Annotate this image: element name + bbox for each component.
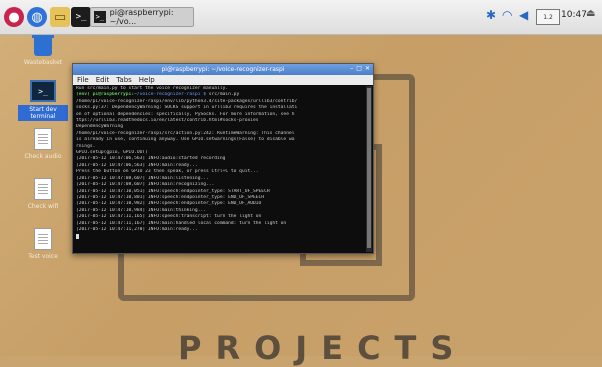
terminal-output[interactable]: Run src/main.py to start the voice recog… [73,85,373,253]
desktop-icon-label: Start dev terminal [18,105,68,121]
desktop-icon-start-dev-terminal[interactable]: >_ Start dev terminal [18,80,68,121]
terminal-line-text: [2017-05-12 10:47:11,270] INFO:main:read… [76,226,198,232]
close-icon[interactable]: ✕ [365,65,370,72]
shell-prompt: (env) pi@raspberrypi: [76,92,135,98]
desktop-icon-label: Wastebasket [23,59,63,66]
desktop-icon-label: Check wifi [27,203,59,210]
document-icon [34,228,52,250]
document-icon [34,178,52,200]
menu-help[interactable]: Help [139,76,155,84]
cpu-usage-monitor[interactable]: 1.2 [536,9,560,25]
web-browser-icon[interactable]: ◍ [27,7,47,27]
maximize-icon[interactable]: □ [356,65,362,72]
terminal-line-text: [2017-05-12 10:47:10,801] INFO:speech:en… [76,194,265,200]
terminal-line-text: [2017-05-12 10:47:08,607] INFO:main:reco… [76,182,215,188]
menu-file[interactable]: File [77,76,89,84]
terminal-menu-bar: File Edit Tabs Help [73,75,373,85]
volume-icon[interactable]: ◀ [519,8,528,22]
terminal-scrollbar[interactable] [366,86,372,252]
desktop-icon-check-wifi[interactable]: Check wifi [18,178,68,210]
taskbar-terminal-window-button[interactable]: >_ pi@raspberrypi: ~/vo... [90,7,194,27]
terminal-line-text: [2017-05-12 10:47:11,167] INFO:main:hand… [76,220,287,226]
terminal-line: [2017-05-12 10:47:11,270] INFO:main:read… [76,227,363,233]
terminal-line-text: [2017-05-12 10:47:06,563] INFO:main:read… [76,162,198,168]
desktop-icon-test-voice[interactable]: Test voice [18,228,68,260]
terminal-line-text: [2017-05-12 10:47:11,165] INFO:speech:tr… [76,214,262,220]
terminal-line-text: [2017-05-12 10:47:10,984] INFO:main:thin… [76,207,206,213]
terminal-line-text: on of optional dependencies: specificall… [76,111,295,117]
terminal-line-text: src/main.py [206,92,240,98]
terminal-line-text: Press the button on GPIO 23 then speak, … [76,169,259,175]
taskbar-window-label: pi@raspberrypi: ~/vo... [109,8,174,26]
terminal-title-bar[interactable]: pi@raspberrypi: ~/voice-recognizer-raspi… [73,64,373,75]
desktop-icon-label: Test voice [28,253,58,260]
eject-icon[interactable]: ⏏ [586,8,595,19]
terminal-title: pi@raspberrypi: ~/voice-recognizer-raspi [161,66,285,73]
menu-edit[interactable]: Edit [96,76,110,84]
trash-icon [32,35,54,56]
terminal-line-text: Run src/main.py to start the voice recog… [76,86,229,91]
terminal-line-text: [2017-05-12 10:47:06,563] INFO:audio:sta… [76,156,226,162]
terminal-line-text: [2017-05-12 10:47:10,051] INFO:speech:en… [76,188,270,194]
menu-tabs[interactable]: Tabs [116,76,132,84]
shell-path: ~/voice-recognizer-raspi $ [134,92,207,98]
terminal-cursor [76,234,79,240]
taskbar: ● ◍ ▭ >_ >_ pi@raspberrypi: ~/vo... ✱ ◠ … [0,0,602,35]
clock[interactable]: 10:47 [561,10,587,20]
terminal-line-text: ttps://urllib3.readthedocs.io/en/latest/… [76,118,259,124]
document-icon [34,128,52,150]
raspberry-menu-icon[interactable]: ● [4,7,24,27]
terminal-launcher-icon[interactable]: >_ [71,7,91,27]
terminal-line-text: GPIO.setup(gpio, GPIO.OUT) [76,150,148,156]
terminal-line-text: [2017-05-12 10:47:08,607] INFO:main:list… [76,175,209,181]
terminal-line-text: DependencyWarning [76,124,124,130]
terminal-line-text: /home/pi/voice-recognizer-raspi/src/acti… [76,130,295,136]
terminal-icon: >_ [30,80,56,102]
terminal-scrollbar-thumb[interactable] [367,88,371,248]
wifi-icon[interactable]: ◠ [502,8,512,22]
terminal-line-text: is already in use, continuing anyway. Us… [76,137,295,143]
desktop-icon-wastebasket[interactable]: Wastebasket [18,35,68,66]
terminal-line-text: socks.py:37: DependencyWarning: SOCKS su… [76,105,298,111]
terminal-window[interactable]: pi@raspberrypi: ~/voice-recognizer-raspi… [72,63,374,254]
desktop-icon-check-audio[interactable]: Check audio [18,128,68,160]
minimize-icon[interactable]: – [350,65,353,72]
bluetooth-icon[interactable]: ✱ [486,8,496,22]
terminal-mini-icon: >_ [94,11,106,23]
wallpaper-text: PROJECTS [178,329,468,367]
file-manager-icon[interactable]: ▭ [50,7,70,27]
desktop-icon-label: Check audio [24,153,62,160]
terminal-line-text: /home/pi/voice-recognizer-raspi/env/lib/… [76,98,298,104]
terminal-line-text: rnings. [76,143,96,149]
terminal-line-text: [2017-05-12 10:47:10,982] INFO:speech:en… [76,201,262,207]
